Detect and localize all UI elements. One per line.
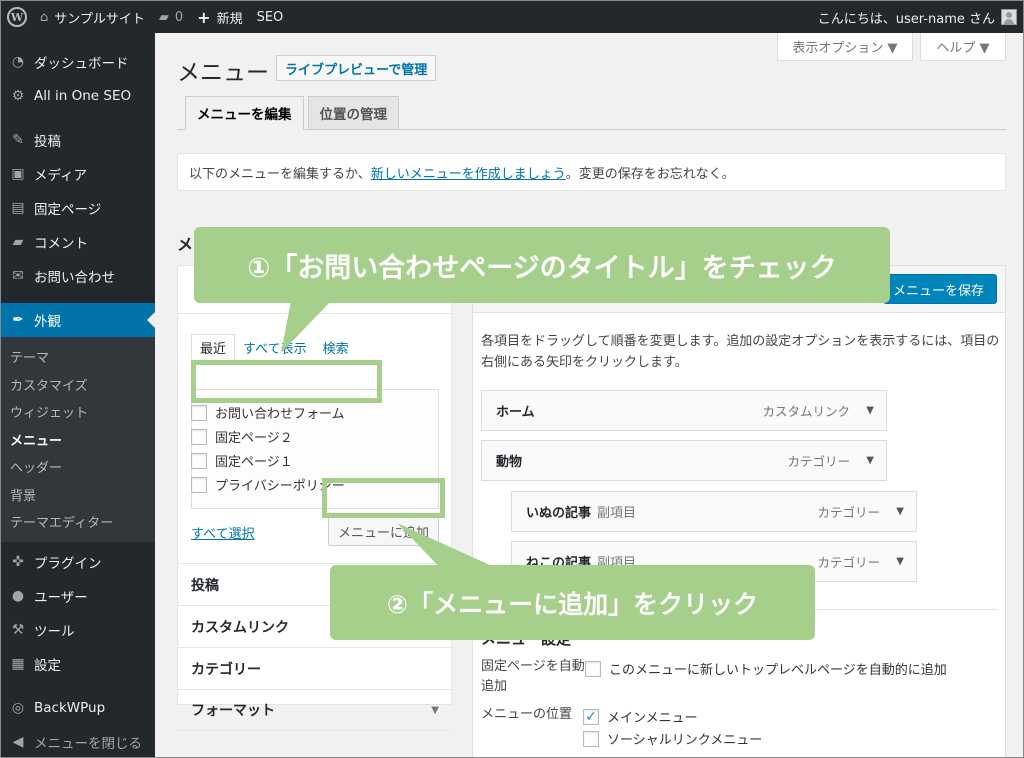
screenshot-frame: W ⌂ サンプルサイト ▰ 0 + 新規 SEO こんにちは、user-name さん…	[0, 0, 1024, 758]
nav-tabs: メニューを編集 位置の管理	[185, 96, 403, 130]
sidebar-item-backwpup[interactable]: ◎ BackWPup	[1, 691, 155, 725]
sidebar-item-posts[interactable]: ✎ 投稿	[1, 123, 155, 157]
user-icon: ●	[11, 587, 25, 604]
sidebar-item-users[interactable]: ● ユーザー	[1, 579, 155, 613]
sidebar-item-all-in-one-seo[interactable]: ⚙ All in One SEO	[1, 79, 155, 113]
page-checkbox-contact-form[interactable]: お問い合わせフォーム	[191, 403, 345, 422]
auto-add-label: 固定ページを自動追加	[481, 659, 585, 694]
tab-view-all[interactable]: すべて表示	[235, 334, 315, 360]
collapse-menu-button[interactable]: ◀ メニューを閉じる	[1, 725, 155, 758]
tab-recent[interactable]: 最近	[191, 334, 236, 360]
tab-edit-menus[interactable]: メニューを編集	[185, 96, 304, 130]
highlight-contact-form	[191, 360, 382, 403]
page-checkbox-fixed-page-1[interactable]: 固定ページ１	[191, 451, 293, 470]
submenu-item-theme-editor[interactable]: テーマエディター	[1, 508, 155, 536]
wordpress-logo-icon[interactable]: W	[1, 1, 33, 33]
checkbox[interactable]	[191, 428, 207, 445]
appearance-submenu: テーマ カスタマイズ ウィジェット メニュー ヘッダー 背景 テーマエディター	[1, 337, 155, 542]
account-menu[interactable]: こんにちは、user-name さん	[818, 8, 1023, 27]
add-to-menu-button[interactable]: メニューに追加	[328, 516, 439, 546]
admin-sidebar: ◔ ダッシュボード ⚙ All in One SEO ✎ 投稿 ▣ メディア ▤ 固定ペー…	[1, 33, 155, 758]
submenu-item-header[interactable]: ヘッダー	[1, 453, 155, 481]
callout-step-1: ①「お問い合わせページのタイトル」をチェック	[194, 227, 890, 303]
drag-help-text: 各項目をドラッグして順番を変更します。追加の設定オプションを表示するには、項目の…	[481, 334, 1000, 370]
sidebar-item-comments[interactable]: ▰ コメント	[1, 225, 155, 259]
home-icon: ⌂	[40, 9, 49, 25]
media-icon: ▣	[11, 166, 25, 182]
callout-step-2: ②「メニューに追加」をクリック	[330, 565, 815, 640]
backup-icon: ◎	[11, 699, 25, 716]
live-preview-button[interactable]: ライブプレビューで管理	[276, 55, 437, 81]
comments-link[interactable]: ▰ 0	[152, 1, 190, 33]
sidebar-item-tools[interactable]: ⚒ ツール	[1, 613, 155, 647]
auto-add-option[interactable]: このメニューに新しいトップレベルページを自動的に追加	[585, 659, 947, 678]
page-checkbox-fixed-page-2[interactable]: 固定ページ２	[191, 427, 293, 446]
submenu-item-themes[interactable]: テーマ	[1, 343, 155, 371]
settings-icon: ▦	[11, 655, 25, 672]
submenu-item-menus[interactable]: メニュー	[1, 426, 155, 454]
select-all-link[interactable]: すべて選択	[191, 523, 255, 542]
tab-manage-locations[interactable]: 位置の管理	[307, 96, 399, 130]
comment-icon: ▰	[12, 234, 24, 250]
checkbox[interactable]	[583, 730, 599, 747]
new-content-link[interactable]: + 新規	[190, 1, 249, 33]
save-menu-button[interactable]: メニューを保存	[883, 274, 997, 304]
chevron-down-icon: ▼	[431, 704, 439, 716]
checkbox[interactable]	[585, 660, 601, 677]
collapse-icon: ◀	[12, 733, 24, 750]
page-icon: ▤	[11, 200, 25, 216]
sidebar-item-pages[interactable]: ▤ 固定ページ	[1, 191, 155, 225]
location-social-menu[interactable]: ソーシャルリンクメニュー	[583, 729, 762, 748]
checkbox[interactable]	[191, 476, 207, 493]
highlight-add-button	[322, 478, 445, 518]
checkbox-checked[interactable]: ✓	[583, 708, 599, 725]
submenu-item-widgets[interactable]: ウィジェット	[1, 398, 155, 426]
screen-options-button[interactable]: 表示オプション ▼	[777, 33, 913, 61]
plugin-icon: ✜	[12, 553, 24, 570]
dashboard-icon: ◔	[11, 54, 25, 70]
wrench-icon: ⚒	[11, 621, 25, 638]
tab-search[interactable]: 検索	[315, 334, 357, 360]
menu-item-home[interactable]: ホーム カスタムリンク ▼	[481, 390, 887, 431]
page-title: メニュー	[177, 60, 269, 86]
chevron-down-icon[interactable]: ▼	[866, 455, 874, 466]
seo-link[interactable]: SEO	[250, 1, 291, 33]
submenu-item-customize[interactable]: カスタマイズ	[1, 371, 155, 399]
chevron-down-icon[interactable]: ▼	[896, 506, 904, 517]
plus-icon: +	[197, 7, 211, 27]
checkbox[interactable]	[191, 452, 207, 469]
accordion-format[interactable]: フォーマット ▼	[178, 689, 451, 731]
create-menu-link[interactable]: 新しいメニューを作成しましょう	[371, 163, 566, 182]
section-heading: メ	[177, 235, 194, 254]
menu-location-label: メニューの位置	[481, 707, 573, 722]
pages-tabs: 最近 すべて表示 検索	[191, 334, 357, 360]
mail-icon: ✉	[12, 268, 24, 284]
sidebar-item-plugins[interactable]: ✜ プラグイン	[1, 545, 155, 579]
menu-item-dog-articles[interactable]: いぬの記事 副項目 カテゴリー ▼	[511, 491, 917, 532]
sidebar-item-appearance[interactable]: ✒ 外観	[1, 303, 155, 337]
help-button[interactable]: ヘルプ ▼	[920, 33, 1006, 61]
gear-icon: ⚙	[11, 88, 25, 104]
brush-icon: ✒	[12, 312, 24, 328]
sidebar-item-settings[interactable]: ▦ 設定	[1, 647, 155, 681]
sidebar-item-dashboard[interactable]: ◔ ダッシュボード	[1, 45, 155, 79]
menu-item-animals[interactable]: 動物 カテゴリー ▼	[481, 440, 887, 481]
location-main-menu[interactable]: ✓ メインメニュー	[583, 707, 698, 726]
accordion-categories[interactable]: カテゴリー	[178, 647, 451, 689]
admin-bar: W ⌂ サンプルサイト ▰ 0 + 新規 SEO こんにちは、user-name さん	[1, 1, 1023, 33]
chevron-down-icon[interactable]: ▼	[896, 556, 904, 567]
menu-notice: 以下のメニューを編集するか、 新しいメニューを作成しましょう 。変更の保存をお忘れな…	[177, 153, 1006, 191]
checkbox[interactable]	[191, 404, 207, 421]
sidebar-item-media[interactable]: ▣ メディア	[1, 157, 155, 191]
comment-icon: ▰	[158, 9, 169, 25]
sidebar-item-contact[interactable]: ✉ お問い合わせ	[1, 259, 155, 293]
pin-icon: ✎	[12, 132, 24, 148]
submenu-item-background[interactable]: 背景	[1, 481, 155, 509]
avatar	[1001, 9, 1017, 25]
site-name-link[interactable]: ⌂ サンプルサイト	[33, 1, 152, 33]
chevron-down-icon[interactable]: ▼	[866, 405, 874, 416]
